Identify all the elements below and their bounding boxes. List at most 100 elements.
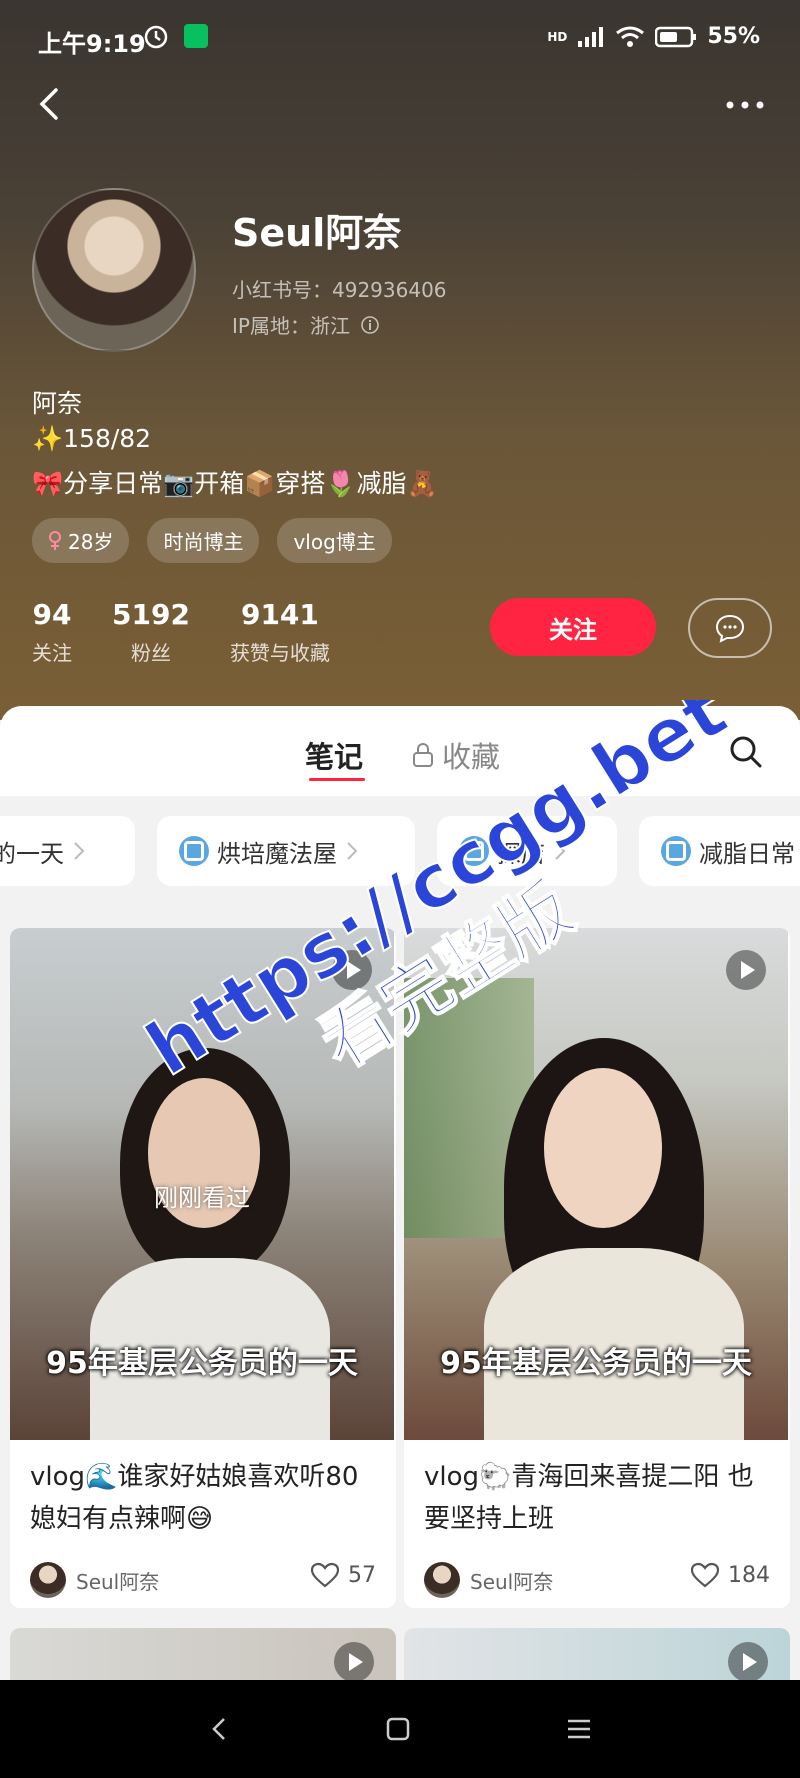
tag-age[interactable]: 28岁 xyxy=(32,518,130,563)
author-avatar xyxy=(424,1562,460,1598)
nav-back-button[interactable] xyxy=(205,1714,235,1744)
collection-chip-label: 烘培魔法屋 xyxy=(217,839,337,868)
like-button[interactable]: 57 xyxy=(310,1562,376,1588)
profile-header: 上午9:19 HD 55% Seul阿奈 小红书号：492936406 IP属地… xyxy=(0,0,800,720)
recently-viewed-label: 刚刚看过 xyxy=(154,1184,250,1212)
note-author[interactable]: Seul阿奈 xyxy=(30,1562,159,1598)
content-panel: 笔记 收藏 的一天 烘培魔法屋 探店 减脂日常 刚刚看过 95年基层公务员的一天… xyxy=(0,706,800,1680)
search-button[interactable] xyxy=(728,734,764,770)
play-icon xyxy=(726,950,766,990)
play-icon xyxy=(334,1642,374,1680)
info-icon[interactable] xyxy=(360,315,380,335)
ip-location: IP属地：浙江 xyxy=(232,310,380,339)
tab-active-indicator xyxy=(309,778,365,781)
chevron-right-icon xyxy=(347,842,358,860)
stat-followers-label: 粉丝 xyxy=(130,641,171,665)
like-button[interactable]: 184 xyxy=(690,1562,770,1588)
username: Seul阿奈 xyxy=(232,211,402,255)
bio-line-1: 阿奈 xyxy=(32,389,83,418)
note-title[interactable]: vlog🐑青海回来喜提二阳 也要坚持上班 xyxy=(424,1456,774,1540)
collection-chip-diet[interactable]: 减脂日常 xyxy=(639,816,800,886)
status-right: HD 55% xyxy=(547,24,760,49)
collection-chips: 的一天 烘培魔法屋 探店 减脂日常 xyxy=(0,816,800,886)
stat-likes[interactable]: 9141 获赞与收藏 xyxy=(230,598,330,666)
ip-text: IP属地：浙江 xyxy=(232,314,350,338)
collection-chip-label: 探店 xyxy=(497,839,545,868)
chevron-right-icon xyxy=(74,842,85,860)
video-caption: 95年基层公务员的一天 xyxy=(46,1346,358,1381)
wechat-icon xyxy=(184,24,208,48)
collection-icon xyxy=(661,836,691,866)
network-label: HD xyxy=(547,29,568,44)
avatar[interactable] xyxy=(32,188,196,352)
tag-fashion[interactable]: 时尚博主 xyxy=(147,518,260,563)
stat-following[interactable]: 94 关注 xyxy=(32,598,72,666)
collection-chip-store[interactable]: 探店 xyxy=(437,816,617,886)
collection-icon xyxy=(179,836,209,866)
nav-home-icon xyxy=(386,1717,410,1741)
profile-stats: 94 关注 5192 粉丝 9141 获赞与收藏 xyxy=(32,598,330,666)
note-author[interactable]: Seul阿奈 xyxy=(424,1562,553,1598)
stat-followers[interactable]: 5192 粉丝 xyxy=(112,598,190,666)
video-caption: 95年基层公务员的一天 xyxy=(440,1346,752,1381)
collection-icon xyxy=(459,836,489,866)
stat-following-value: 94 xyxy=(32,598,72,631)
message-button[interactable] xyxy=(688,598,772,658)
like-count: 184 xyxy=(728,1562,770,1588)
note-thumbnail[interactable]: 刚刚看过 95年基层公务员的一天 xyxy=(10,928,394,1440)
note-card[interactable] xyxy=(404,1628,790,1680)
stat-likes-value: 9141 xyxy=(240,598,319,631)
note-card[interactable] xyxy=(10,1628,396,1680)
lock-icon xyxy=(413,743,433,767)
thumbnail-face xyxy=(544,1068,662,1228)
collection-chip-label: 的一天 xyxy=(0,839,64,868)
collection-chip-baking[interactable]: 烘培魔法屋 xyxy=(157,816,415,886)
note-card[interactable]: 刚刚看过 95年基层公务员的一天 vlog🌊谁家好姑娘喜欢听80媳妇有点辣啊😅 … xyxy=(10,928,396,1608)
battery-percent: 55% xyxy=(707,24,760,49)
note-card[interactable]: 95年基层公务员的一天 vlog🐑青海回来喜提二阳 也要坚持上班 Seul阿奈 … xyxy=(404,928,790,1608)
bio-line-2: ✨158/82 xyxy=(32,424,152,453)
alarm-icon xyxy=(142,22,170,54)
tab-notes[interactable]: 笔记 xyxy=(305,734,363,776)
status-bar: 上午9:19 HD 55% xyxy=(0,0,800,80)
profile-tags: 28岁 时尚博主 vlog博主 xyxy=(32,518,392,563)
chevron-right-icon xyxy=(555,842,566,860)
note-title[interactable]: vlog🌊谁家好姑娘喜欢听80媳妇有点辣啊😅 xyxy=(30,1456,380,1540)
follow-button[interactable]: 关注 xyxy=(490,598,656,656)
more-button[interactable] xyxy=(720,90,770,120)
bio-line-3: 🎀分享日常📷开箱📦穿搭🌷减脂🧸 xyxy=(32,469,438,498)
nav-home-button[interactable] xyxy=(383,1714,413,1744)
stat-likes-label: 获赞与收藏 xyxy=(229,641,330,665)
battery-icon xyxy=(655,26,697,47)
stat-following-label: 关注 xyxy=(32,641,72,665)
status-time: 上午9:19 xyxy=(38,30,146,58)
xhs-id: 小红书号：492936406 xyxy=(232,278,447,302)
system-nav-bar xyxy=(0,1680,800,1778)
author-avatar xyxy=(30,1562,66,1598)
back-button[interactable] xyxy=(30,84,70,124)
wifi-icon xyxy=(616,26,645,47)
tag-age-label: 28岁 xyxy=(68,530,114,554)
search-icon xyxy=(730,736,762,768)
nav-menu-icon xyxy=(568,1719,590,1739)
more-dots-icon xyxy=(726,101,764,109)
like-count: 57 xyxy=(348,1562,376,1588)
heart-icon xyxy=(310,1562,340,1588)
tab-favorites-label: 收藏 xyxy=(442,740,501,774)
female-icon xyxy=(49,530,61,550)
note-thumbnail[interactable]: 95年基层公务员的一天 xyxy=(404,928,788,1440)
tab-bar: 笔记 收藏 xyxy=(0,706,800,796)
nav-menu-button[interactable] xyxy=(564,1714,594,1744)
collection-chip-label: 减脂日常 xyxy=(699,839,795,868)
tag-vlog[interactable]: vlog博主 xyxy=(277,518,392,563)
stat-followers-value: 5192 xyxy=(112,598,190,631)
author-name: Seul阿奈 xyxy=(470,1569,554,1594)
tab-favorites[interactable]: 收藏 xyxy=(412,734,500,776)
author-name: Seul阿奈 xyxy=(76,1569,160,1594)
collection-chip-day[interactable]: 的一天 xyxy=(0,816,135,886)
heart-icon xyxy=(690,1562,720,1588)
nav-back-icon xyxy=(212,1718,225,1740)
chevron-left-icon xyxy=(39,88,58,120)
chat-bubble-icon xyxy=(715,614,745,643)
play-icon xyxy=(332,950,372,990)
